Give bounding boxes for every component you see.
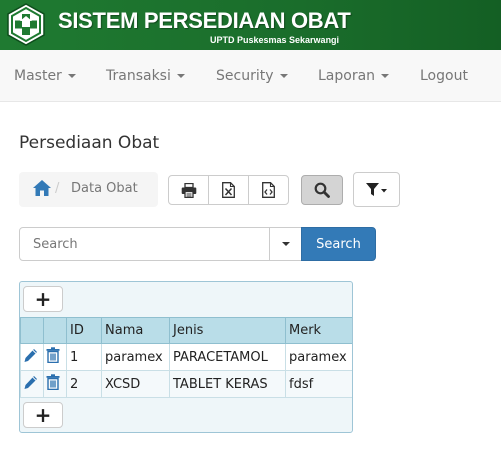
plus-icon: + (34, 287, 52, 311)
edit-cell (20, 343, 44, 371)
nav-transaksi-label: Transaksi (106, 68, 171, 84)
caret-down-icon (381, 74, 390, 78)
edit-cell (20, 370, 44, 398)
nav-master[interactable]: Master (14, 68, 76, 84)
nav-security[interactable]: Security (216, 68, 288, 84)
caret-down-icon (67, 74, 76, 78)
plus-icon: + (34, 403, 52, 427)
export-code-button[interactable] (248, 175, 289, 205)
pencil-icon[interactable] (23, 375, 38, 390)
breadcrumb: / Data Obat (19, 172, 158, 207)
print-icon (181, 182, 196, 198)
table-row: 2 XCSD TABLET KERAS fdsf (20, 370, 352, 398)
breadcrumb-current: Data Obat (71, 181, 138, 196)
page-title: Persediaan Obat (19, 133, 160, 153)
cell-merk: paramex (285, 343, 352, 371)
caret-down-icon (281, 242, 290, 246)
cell-id: 2 (66, 370, 102, 398)
trash-icon[interactable] (46, 347, 60, 364)
column-header-id[interactable]: ID (66, 317, 102, 344)
app-title: SISTEM PERSEDIAAN OBAT (58, 8, 351, 33)
nav-logout[interactable]: Logout (420, 68, 468, 84)
nav-security-label: Security (216, 68, 274, 84)
filter-dropdown-button[interactable] (353, 172, 400, 207)
cell-jenis: TABLET KERAS (169, 370, 286, 398)
export-excel-button[interactable] (208, 175, 249, 205)
column-header-jenis[interactable]: Jenis (169, 317, 286, 344)
breadcrumb-separator: / (55, 181, 60, 196)
search-options-dropdown[interactable] (269, 227, 302, 261)
search-input[interactable] (19, 227, 270, 261)
print-button[interactable] (168, 175, 209, 205)
cell-merk: fdsf (285, 370, 352, 398)
data-table: ID Nama Jenis Merk 1 paramex PARACETAMOL… (20, 317, 352, 398)
data-grid: + ID Nama Jenis Merk 1 paramex PARACETAM… (19, 281, 353, 433)
excel-export-icon (222, 182, 235, 198)
delete-cell (43, 370, 67, 398)
main-navbar: Master Transaksi Security Laporan Logout (0, 50, 501, 102)
export-button-group (168, 175, 289, 205)
nav-transaksi[interactable]: Transaksi (106, 68, 185, 84)
table-header-row: ID Nama Jenis Merk (20, 317, 352, 344)
table-row: 1 paramex PARACETAMOL paramex (20, 343, 352, 371)
nav-logout-label: Logout (420, 68, 468, 84)
column-header-nama[interactable]: Nama (101, 317, 170, 344)
pencil-icon[interactable] (23, 348, 38, 363)
search-toggle-button[interactable] (301, 175, 343, 205)
home-icon[interactable] (33, 180, 51, 196)
search-icon (314, 182, 330, 198)
search-button[interactable]: Search (301, 227, 376, 261)
cell-nama: paramex (101, 343, 170, 371)
add-record-button-top[interactable]: + (23, 286, 63, 312)
cell-id: 1 (66, 343, 102, 371)
nav-laporan[interactable]: Laporan (318, 68, 390, 84)
delete-cell (43, 343, 67, 371)
caret-down-icon (176, 74, 185, 78)
code-export-icon (262, 182, 275, 198)
header-banner: SISTEM PERSEDIAAN OBAT UPTD Puskesmas Se… (0, 0, 501, 50)
puskesmas-logo-icon (7, 3, 45, 46)
cell-jenis: PARACETAMOL (169, 343, 286, 371)
nav-laporan-label: Laporan (318, 68, 376, 84)
filter-icon (365, 182, 387, 196)
column-header-merk[interactable]: Merk (285, 317, 352, 344)
column-header-edit (20, 317, 44, 344)
add-record-button-bottom[interactable]: + (23, 402, 63, 428)
column-header-delete (43, 317, 67, 344)
caret-down-icon (279, 74, 288, 78)
app-subtitle: UPTD Puskesmas Sekarwangi (210, 35, 340, 45)
trash-icon[interactable] (46, 374, 60, 391)
nav-master-label: Master (14, 68, 62, 84)
cell-nama: XCSD (101, 370, 170, 398)
